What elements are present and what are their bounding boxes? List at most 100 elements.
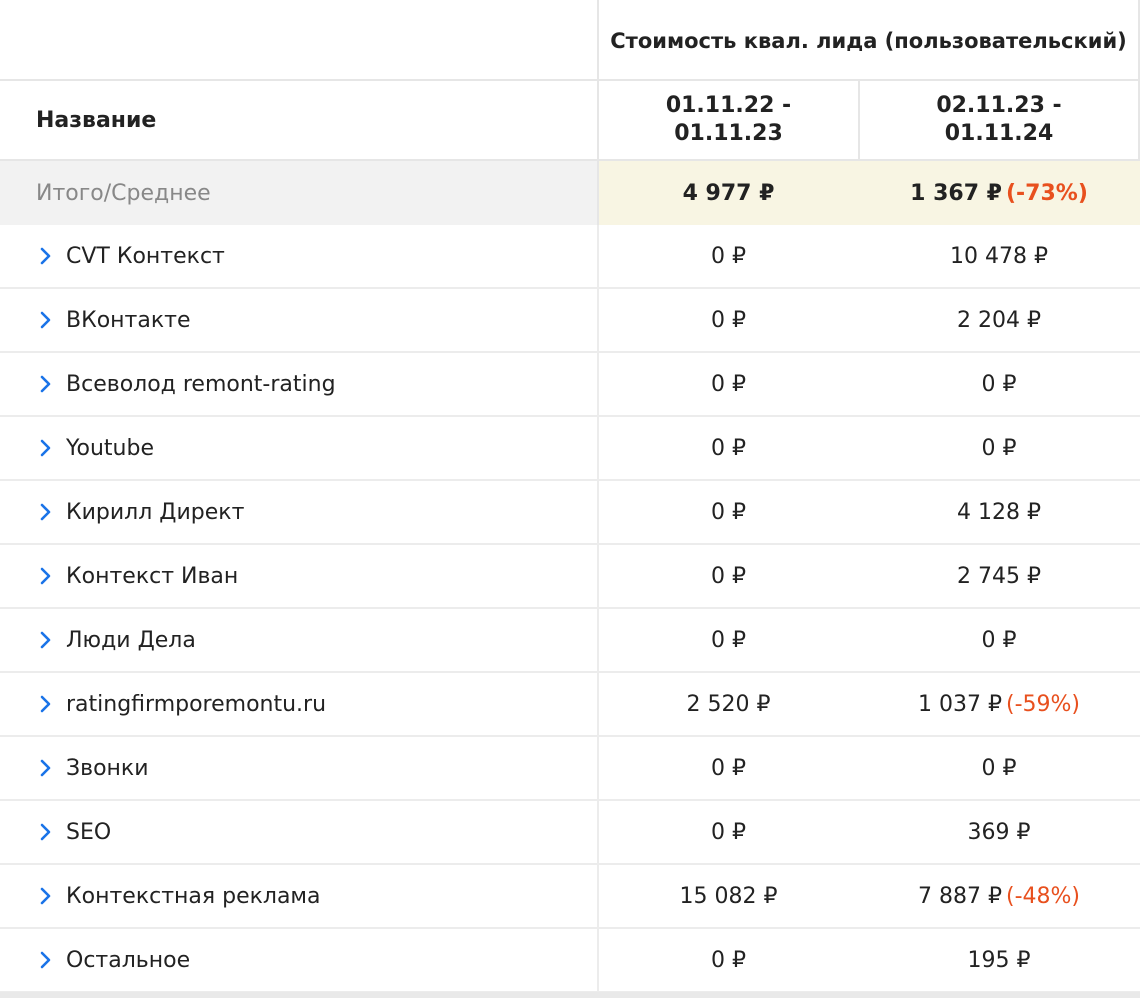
row-value-1: 2 520 ₽ [686,691,771,717]
table-row[interactable]: Кирилл Директ 0 ₽ 4 128 ₽ [0,481,1140,545]
row-name: Кирилл Директ [66,499,245,525]
column-header-name[interactable]: Название [0,81,597,159]
table-row[interactable]: Всеволод remont-rating 0 ₽ 0 ₽ [0,353,1140,417]
chevron-right-icon[interactable] [34,245,56,267]
chevron-right-icon[interactable] [34,565,56,587]
row-name-cell[interactable]: Кирилл Директ [0,481,597,543]
row-value-period-1: 15 082 ₽ [597,865,858,927]
total-value-1: 4 977 ₽ [682,180,775,206]
table-row[interactable]: Люди Дела 0 ₽ 0 ₽ [0,609,1140,673]
table-row[interactable]: Контекст Иван 0 ₽ 2 745 ₽ [0,545,1140,609]
total-row: Итого/Среднее 4 977 ₽ 1 367 ₽ (-73%) [0,161,1140,225]
chevron-right-icon[interactable] [34,885,56,907]
row-value-period-1: 0 ₽ [597,545,858,607]
chevron-right-icon[interactable] [34,501,56,523]
row-value-period-2: 0 ₽ [858,737,1140,799]
row-value-2: 0 ₽ [981,627,1017,653]
row-name-cell[interactable]: ratingfirmporemontu.ru [0,673,597,735]
report-table: Стоимость квал. лида (пользовательский) … [0,0,1140,998]
row-name-cell[interactable]: Люди Дела [0,609,597,671]
row-value-period-2: 195 ₽ [858,929,1140,991]
row-value-2: 2 745 ₽ [957,563,1041,589]
period-2-label: 02.11.23 - 01.11.24 [936,93,1062,146]
row-value-1: 0 ₽ [711,947,746,973]
chevron-right-icon[interactable] [34,309,56,331]
row-name-cell[interactable]: Звонки [0,737,597,799]
chevron-right-icon[interactable] [34,437,56,459]
row-value-1: 0 ₽ [711,371,746,397]
column-header-period-1[interactable]: 01.11.22 - 01.11.23 [597,81,858,159]
row-name-cell[interactable]: CVT Контекст [0,225,597,287]
row-value-1: 0 ₽ [711,627,746,653]
row-name-cell[interactable]: SEO [0,801,597,863]
row-name: CVT Контекст [66,243,225,269]
row-name: SEO [66,819,112,845]
row-name: Люди Дела [66,627,196,653]
row-name: Остальное [66,947,191,973]
row-value-1: 0 ₽ [711,307,746,333]
row-value-1: 0 ₽ [711,755,746,781]
row-value-1: 0 ₽ [711,243,746,269]
row-value-2: 0 ₽ [981,435,1017,461]
row-value-1: 0 ₽ [711,435,746,461]
row-value-period-2: 2 745 ₽ [858,545,1140,607]
row-name-cell[interactable]: Youtube [0,417,597,479]
row-value-1: 0 ₽ [711,499,746,525]
chevron-right-icon[interactable] [34,757,56,779]
table-row[interactable]: Контекстная реклама 15 082 ₽ 7 887 ₽ (-48%) [0,865,1140,929]
row-name-cell[interactable]: Всеволод remont-rating [0,353,597,415]
row-name-cell[interactable]: ВКонтакте [0,289,597,351]
row-value-period-2: 0 ₽ [858,417,1140,479]
chevron-right-icon[interactable] [34,373,56,395]
row-value-1: 15 082 ₽ [679,883,778,909]
row-value-period-1: 0 ₽ [597,609,858,671]
row-value-2: 4 128 ₽ [957,499,1041,525]
column-group-title[interactable]: Стоимость квал. лида (пользовательский) [597,0,1140,81]
row-value-period-2: 4 128 ₽ [858,481,1140,543]
row-value-period-2: 0 ₽ [858,353,1140,415]
row-name-cell[interactable]: Контекст Иван [0,545,597,607]
row-value-1: 0 ₽ [711,819,746,845]
row-name-cell[interactable]: Остальное [0,929,597,991]
total-label: Итого/Среднее [36,180,211,206]
table-row[interactable]: ratingfirmporemontu.ru 2 520 ₽ 1 037 ₽ (-59… [0,673,1140,737]
row-diff-badge: (-59%) [1005,691,1080,717]
row-value-period-2: 2 204 ₽ [858,289,1140,351]
table-row[interactable]: SEO 0 ₽ 369 ₽ [0,801,1140,865]
table-row[interactable]: ВКонтакте 0 ₽ 2 204 ₽ [0,289,1140,353]
total-diff-badge: (-73%) [1005,180,1088,206]
row-value-2: 10 478 ₽ [950,243,1048,269]
row-value-2: 195 ₽ [967,947,1031,973]
table-row[interactable]: CVT Контекст 0 ₽ 10 478 ₽ [0,225,1140,289]
row-value-2: 1 037 ₽ [918,691,1002,717]
chevron-right-icon[interactable] [34,693,56,715]
chevron-right-icon[interactable] [34,949,56,971]
row-value-period-1: 0 ₽ [597,353,858,415]
row-name-cell[interactable]: Контекстная реклама [0,865,597,927]
row-value-period-1: 2 520 ₽ [597,673,858,735]
table-row[interactable]: Звонки 0 ₽ 0 ₽ [0,737,1140,801]
row-value-period-1: 0 ₽ [597,417,858,479]
row-name: Всеволод remont-rating [66,371,336,397]
row-value-2: 7 887 ₽ [918,883,1002,909]
total-value-period-1: 4 977 ₽ [597,161,858,225]
table-header-row: Название 01.11.22 - 01.11.23 02.11.23 - … [0,81,1140,161]
table-header-group-row: Стоимость квал. лида (пользовательский) [0,0,1140,81]
row-value-period-1: 0 ₽ [597,225,858,287]
row-value-period-1: 0 ₽ [597,801,858,863]
row-diff-badge: (-48%) [1005,883,1080,909]
period-1-label: 01.11.22 - 01.11.23 [665,93,792,146]
column-header-period-2[interactable]: 02.11.23 - 01.11.24 [858,81,1140,159]
chevron-right-icon[interactable] [34,821,56,843]
row-name: Контекстная реклама [66,883,321,909]
table-row[interactable]: Остальное 0 ₽ 195 ₽ [0,929,1140,993]
chevron-right-icon[interactable] [34,629,56,651]
table-bottom-border [0,992,1140,998]
row-value-1: 0 ₽ [711,563,746,589]
total-value-2: 1 367 ₽ [910,180,1002,206]
row-value-period-2: 369 ₽ [858,801,1140,863]
row-value-period-1: 0 ₽ [597,929,858,991]
row-value-2: 0 ₽ [981,755,1017,781]
table-row[interactable]: Youtube 0 ₽ 0 ₽ [0,417,1140,481]
row-value-2: 0 ₽ [981,371,1017,397]
